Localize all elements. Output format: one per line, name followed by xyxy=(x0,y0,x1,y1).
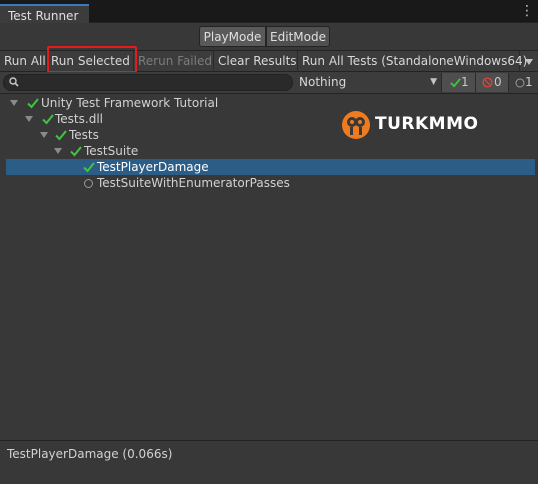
tab-test-runner[interactable]: Test Runner xyxy=(0,4,89,23)
category-dropdown[interactable]: Nothing ▼ xyxy=(296,73,441,92)
fold-arrow-icon[interactable] xyxy=(40,132,48,138)
run-target-button[interactable]: Run All Tests (StandaloneWindows64) xyxy=(298,51,527,71)
not-run-icon xyxy=(515,78,525,88)
tree-item-label: Tests.dll xyxy=(55,112,103,126)
check-icon xyxy=(27,98,39,109)
tree-item-namespace[interactable]: Tests xyxy=(40,127,240,143)
check-icon xyxy=(42,114,54,125)
playmode-button[interactable]: PlayMode xyxy=(199,26,266,47)
watermark-text: TURKMMO xyxy=(375,114,479,134)
fold-arrow-icon[interactable] xyxy=(25,116,33,122)
fail-icon xyxy=(482,77,493,88)
search-field xyxy=(3,74,293,91)
tree-item-test-player-damage[interactable]: TestPlayerDamage xyxy=(6,159,535,175)
skipped-filter-toggle[interactable]: 1 xyxy=(508,73,538,92)
failed-filter-toggle[interactable]: 0 xyxy=(475,73,508,92)
not-run-icon xyxy=(84,179,93,188)
fold-arrow-icon[interactable] xyxy=(54,148,62,154)
search-icon xyxy=(9,77,19,87)
passed-count: 1 xyxy=(461,75,469,89)
clear-results-button[interactable]: Clear Results xyxy=(214,51,298,71)
editmode-button[interactable]: EditMode xyxy=(266,26,330,47)
chevron-down-icon: ▼ xyxy=(430,77,437,87)
rerun-failed-button[interactable]: Rerun Failed xyxy=(134,51,214,71)
tree-item-label: TestSuiteWithEnumeratorPasses xyxy=(97,176,290,190)
chevron-down-icon xyxy=(525,59,533,65)
skipped-count: 1 xyxy=(525,75,533,89)
tab-title: Test Runner xyxy=(8,9,79,23)
run-target-dropdown[interactable] xyxy=(520,51,538,71)
check-icon xyxy=(55,130,67,141)
tree-item-root[interactable]: Unity Test Framework Tutorial xyxy=(10,95,310,111)
tree-item-assembly[interactable]: Tests.dll xyxy=(25,111,225,127)
tree-item-label: TestPlayerDamage xyxy=(97,160,209,174)
tree-item-fixture[interactable]: TestSuite xyxy=(54,143,254,159)
check-icon xyxy=(70,146,82,157)
result-details-text: TestPlayerDamage (0.066s) xyxy=(7,447,173,461)
passed-filter-toggle[interactable]: 1 xyxy=(441,73,475,92)
category-value: Nothing xyxy=(299,75,347,89)
window-tab-bar: Test Runner ⋮ xyxy=(0,0,538,23)
tree-item-enumerator-test[interactable]: TestSuiteWithEnumeratorPasses xyxy=(83,175,383,191)
turkmmo-logo-icon xyxy=(342,111,370,139)
check-icon xyxy=(83,162,95,173)
test-tree: Unity Test Framework Tutorial Tests.dll … xyxy=(0,94,538,440)
result-details-pane: TestPlayerDamage (0.066s) xyxy=(0,441,538,484)
search-input[interactable] xyxy=(22,76,287,89)
tree-item-label: Tests xyxy=(69,128,99,142)
fold-arrow-icon[interactable] xyxy=(10,100,18,106)
run-all-button[interactable]: Run All xyxy=(0,51,47,71)
filter-bar: Nothing ▼ 1 0 1 xyxy=(0,72,538,94)
check-icon xyxy=(450,78,461,88)
kebab-menu-icon[interactable]: ⋮ xyxy=(520,4,534,18)
tree-item-label: Unity Test Framework Tutorial xyxy=(41,96,219,110)
tree-item-label: TestSuite xyxy=(84,144,139,158)
run-selected-highlight xyxy=(47,46,137,73)
failed-count: 0 xyxy=(494,75,502,89)
